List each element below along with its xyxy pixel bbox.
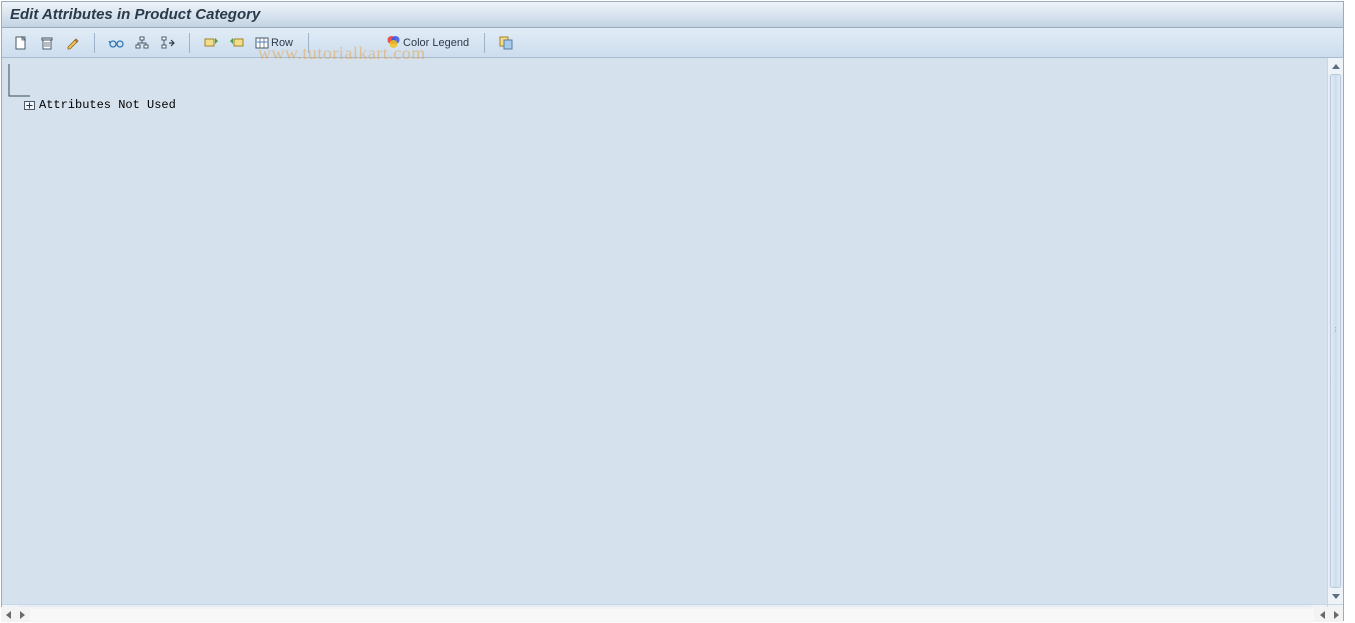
create-button[interactable] [10,32,32,54]
edit-button[interactable] [62,32,84,54]
vertical-scrollbar[interactable] [1327,58,1343,604]
display-button[interactable] [105,32,127,54]
vertical-scroll-track[interactable] [1328,74,1343,588]
arrow-into-node-icon [161,36,175,50]
outer-scroll-left-alt-button[interactable] [1315,608,1329,622]
content-area: Attributes Not Used [2,58,1343,620]
outer-scroll-right-button[interactable] [1329,608,1343,622]
expand-node-icon [204,36,218,50]
expand-node-button[interactable] [200,32,222,54]
hierarchy-button[interactable] [131,32,153,54]
toolbar-separator [189,33,190,53]
outer-horizontal-track[interactable] [30,609,1314,621]
page-title: Edit Attributes in Product Category [10,6,260,23]
scroll-up-button[interactable] [1328,58,1343,74]
tree-node-label: Attributes Not Used [39,98,176,112]
delete-button[interactable] [36,32,58,54]
copy-icon [499,36,513,50]
expand-icon[interactable] [24,101,35,110]
collapse-node-icon [230,36,244,50]
trash-icon [40,36,54,50]
toolbar-separator [94,33,95,53]
outer-scroll-left-button[interactable] [1,608,15,622]
title-bar: Edit Attributes in Product Category [2,2,1343,28]
color-legend-button[interactable]: Color Legend [383,32,474,54]
scroll-down-button[interactable] [1328,588,1343,604]
assign-button[interactable] [157,32,179,54]
vertical-scroll-thumb[interactable] [1330,74,1341,588]
color-legend-label: Color Legend [403,37,469,49]
collapse-node-button[interactable] [226,32,248,54]
row-icon [255,36,269,50]
toolbar-separator [308,33,309,53]
document-new-icon [14,36,28,50]
glasses-icon [108,36,124,50]
application-toolbar: Row Color Legend [2,28,1343,58]
outer-scroll-right-alt-button[interactable] [15,608,29,622]
tree-node[interactable]: Attributes Not Used [24,98,176,112]
hierarchy-icon [135,36,149,50]
row-button[interactable]: Row [252,32,298,54]
tree-view[interactable]: Attributes Not Used [2,58,1327,604]
outer-horizontal-scrollbar[interactable] [1,607,1343,622]
color-palette-icon [386,35,401,50]
copy-button[interactable] [495,32,517,54]
pencil-icon [66,36,80,50]
toolbar-separator [484,33,485,53]
row-button-label: Row [271,37,293,49]
